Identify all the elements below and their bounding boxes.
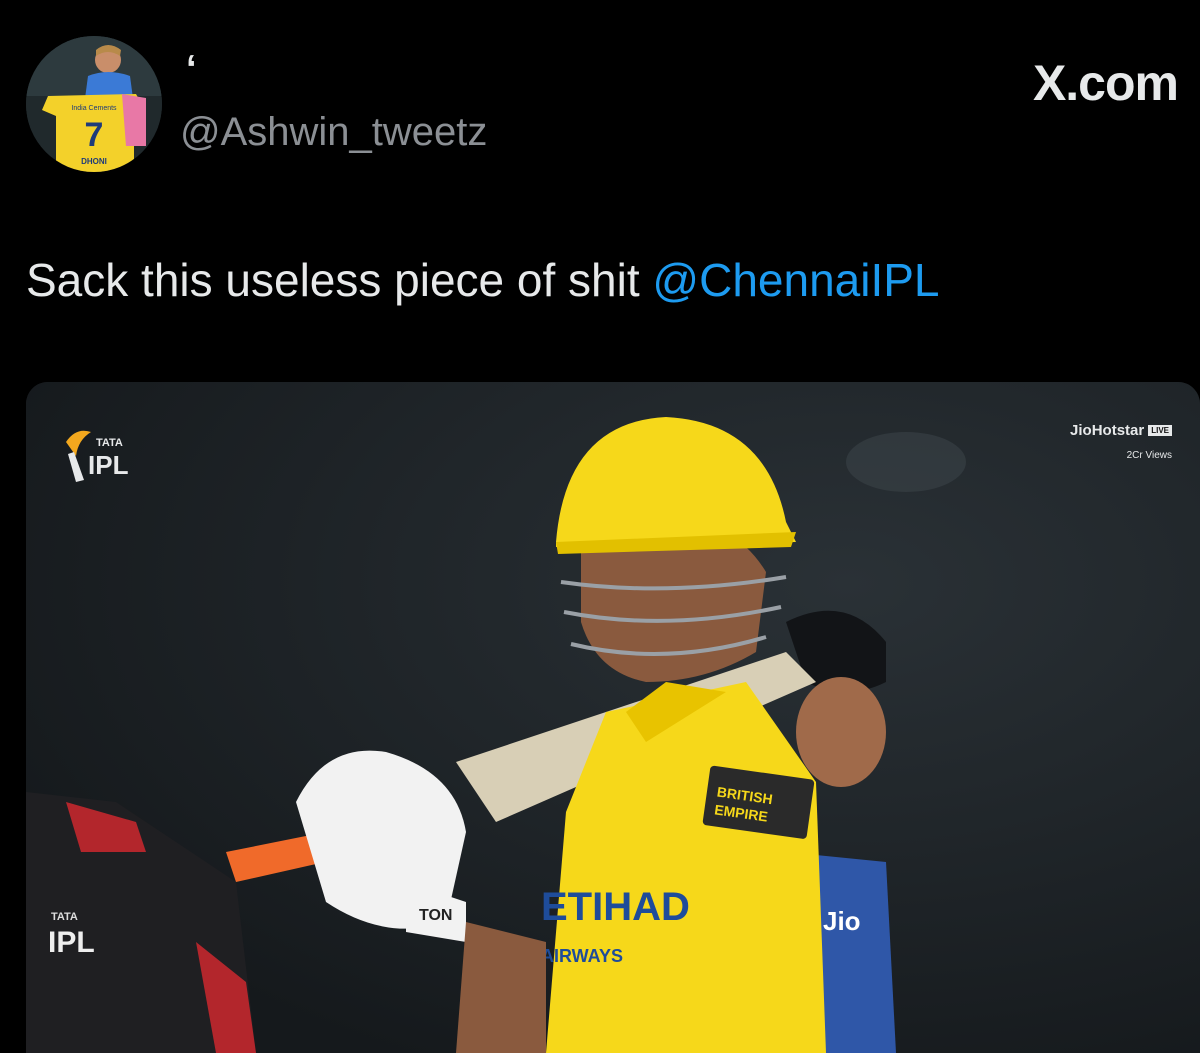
umpire-logo-bottom: IPL xyxy=(48,926,95,959)
tweet-header: 7 India Cements DHONI ‘ @Ashwin_tweetz X… xyxy=(0,0,1200,200)
display-name[interactable]: ‘ xyxy=(186,48,197,91)
x-brand-logo: X.com xyxy=(1032,55,1179,111)
ipl-logo-top: TATA xyxy=(96,437,123,449)
avatar-jersey-name: DHONI xyxy=(81,157,107,166)
ipl-logo: TATA IPL xyxy=(56,422,146,492)
tweet-body: Sack this useless piece of shit xyxy=(26,254,653,306)
background-sign: Jio xyxy=(823,906,861,936)
avatar-jersey-sponsor: India Cements xyxy=(71,105,117,112)
glove-brand: TON xyxy=(419,907,452,924)
view-count: 2Cr Views xyxy=(1126,450,1172,461)
avatar-image: 7 India Cements DHONI xyxy=(26,36,162,172)
ipl-logo-bottom: IPL xyxy=(88,450,129,480)
mention-link[interactable]: @ChennaiIPL xyxy=(652,254,939,306)
avatar-jersey-number: 7 xyxy=(85,116,104,154)
user-handle[interactable]: @Ashwin_tweetz xyxy=(180,110,487,155)
broadcaster-overlay: JioHotstar LIVE 2Cr Views xyxy=(1070,422,1172,461)
match-photo: TATA IPL Jio BRITISH EMPIRE ETIHAD AIRWA… xyxy=(26,382,1200,1053)
tweet-media[interactable]: TATA IPL Jio BRITISH EMPIRE ETIHAD AIRWA… xyxy=(26,382,1200,1053)
jersey-sponsor: ETIHAD xyxy=(541,885,690,929)
broadcaster-name: JioHotstar xyxy=(1070,422,1145,439)
avatar[interactable]: 7 India Cements DHONI xyxy=(26,36,162,172)
tweet-text: Sack this useless piece of shit @Chennai… xyxy=(26,253,940,307)
jersey-sponsor-sub: AIRWAYS xyxy=(541,946,623,966)
umpire-logo-top: TATA xyxy=(51,911,78,923)
live-badge: LIVE xyxy=(1148,425,1172,437)
